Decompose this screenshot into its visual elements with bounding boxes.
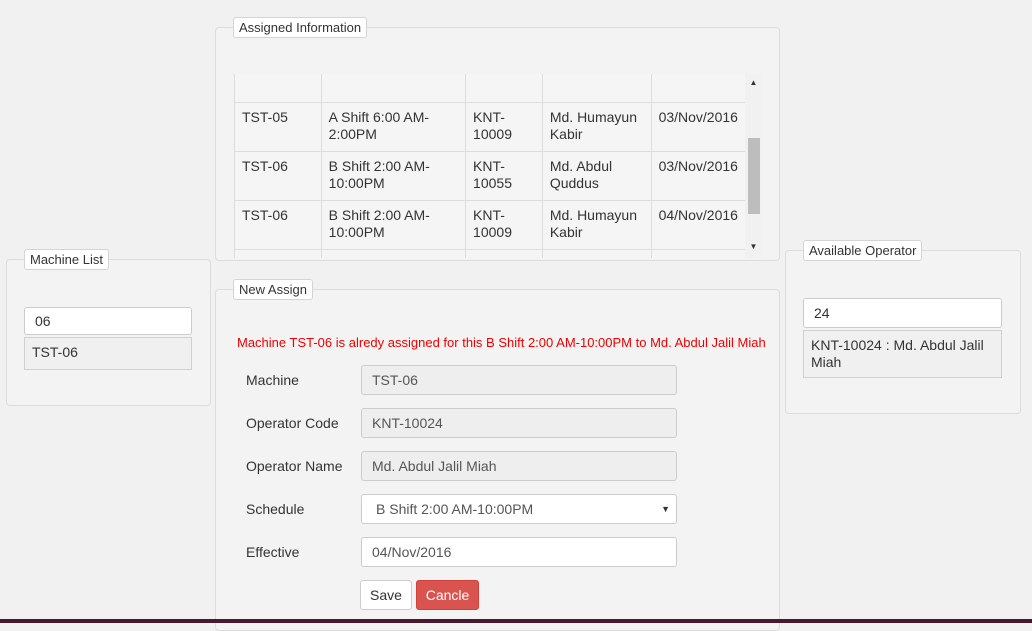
table-cell: KNT-	[465, 249, 543, 258]
schedule-label: Schedule	[246, 501, 305, 517]
table-cell: 04/Nov/2016	[650, 200, 747, 250]
scroll-down-arrow-icon[interactable]: ▼	[745, 240, 762, 254]
table-cell	[541, 74, 652, 103]
table-cell: KNT-10009	[465, 102, 543, 152]
table-cell: TST-06	[234, 151, 322, 201]
new-assign-legend: New Assign	[233, 279, 313, 300]
save-button[interactable]: Save	[360, 580, 412, 610]
table-cell: KNT-10055	[465, 151, 543, 201]
scroll-thumb[interactable]	[748, 138, 760, 214]
table-cell: 2:00PM	[320, 74, 467, 103]
assignment-alert: Machine TST-06 is alredy assigned for th…	[237, 335, 766, 350]
assigned-info-legend: Assigned Information	[233, 17, 368, 38]
assigned-table: 2:00PM 10010 TST-05 A Shift 6:00 AM-2:00…	[234, 74, 747, 258]
operator-code-field: KNT-10024	[361, 408, 677, 438]
table-scrollbar[interactable]: ▲ ▼	[745, 74, 762, 258]
table-row: TST-06 B Shift 2:00 AM-10:00PM KNT-10009…	[234, 200, 747, 250]
table-row: TST-05 A Shift 6:00 AM-2:00PM KNT-10009 …	[234, 102, 747, 152]
effective-label: Effective	[246, 544, 300, 560]
table-cell: Md. Humayun Kabir	[541, 102, 652, 152]
machine-result-item[interactable]: TST-06	[24, 337, 192, 370]
table-row: TST-01 B Shift 2:00 AM- KNT- Anwar Hossa…	[234, 249, 747, 258]
table-cell: Anwar Hossain	[541, 249, 652, 258]
new-assign-panel: New Assign Machine TST-06 is alredy assi…	[215, 279, 780, 631]
scroll-up-arrow-icon[interactable]: ▲	[745, 76, 762, 90]
effective-date-input[interactable]: 04/Nov/2016	[361, 537, 677, 567]
bottom-bar	[0, 619, 1032, 623]
assigned-table-container: 2:00PM 10010 TST-05 A Shift 6:00 AM-2:00…	[234, 74, 762, 258]
operator-result-item[interactable]: KNT-10024 : Md. Abdul Jalil Miah	[803, 330, 1002, 378]
table-cell: 03/Nov/2016	[650, 151, 747, 201]
table-cell: Md. Humayun Kabir	[541, 200, 652, 250]
table-cell: TST-05	[234, 102, 322, 152]
table-cell: B Shift 2:00 AM-10:00PM	[320, 200, 467, 250]
table-cell: B Shift 2:00 AM-10:00PM	[320, 151, 467, 201]
operator-name-field: Md. Abdul Jalil Miah	[361, 451, 677, 481]
table-cell: A Shift 6:00 AM-2:00PM	[320, 102, 467, 152]
operator-search-input[interactable]	[803, 298, 1002, 328]
available-operator-legend: Available Operator	[803, 240, 923, 261]
cancel-button[interactable]: Cancle	[416, 580, 479, 610]
assigned-info-panel: Assigned Information 2:00PM 10010 TST-05…	[215, 17, 780, 261]
machine-field: TST-06	[361, 365, 677, 395]
operator-code-label: Operator Code	[246, 415, 339, 431]
table-row: 2:00PM 10010	[234, 74, 747, 103]
available-operator-panel: Available Operator KNT-10024 : Md. Abdul…	[785, 240, 1021, 414]
schedule-select[interactable]: B Shift 2:00 AM-10:00PM ▼	[361, 494, 677, 524]
table-cell	[650, 74, 747, 103]
table-cell: 03/Nov/2016	[650, 102, 747, 152]
machine-list-panel: Machine List TST-06	[6, 249, 211, 406]
schedule-selected-value: B Shift 2:00 AM-10:00PM	[376, 501, 534, 517]
machine-label: Machine	[246, 372, 299, 388]
table-cell: TST-06	[234, 200, 322, 250]
table-cell: KNT-10009	[465, 200, 543, 250]
table-cell: B Shift 2:00 AM-	[320, 249, 467, 258]
table-cell	[234, 74, 322, 103]
table-cell: 10010	[465, 74, 543, 103]
operator-name-label: Operator Name	[246, 458, 343, 474]
table-cell: 02/Nov/2016	[650, 249, 747, 258]
table-cell: TST-01	[234, 249, 322, 258]
chevron-down-icon: ▼	[661, 504, 670, 514]
table-row: TST-06 B Shift 2:00 AM-10:00PM KNT-10055…	[234, 151, 747, 201]
machine-list-legend: Machine List	[24, 249, 109, 270]
table-cell: Md. Abdul Quddus	[541, 151, 652, 201]
machine-search-input[interactable]	[24, 307, 192, 335]
